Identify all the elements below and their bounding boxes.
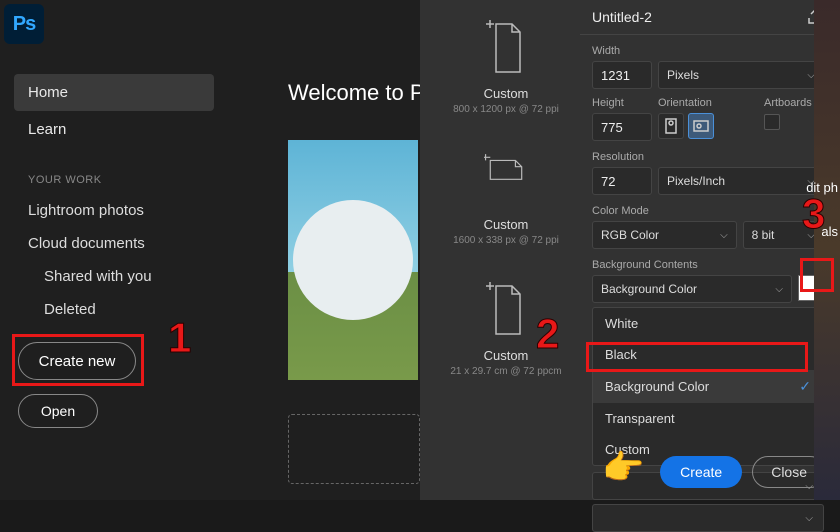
document-portrait-icon bbox=[484, 282, 528, 338]
bg-option-white[interactable]: White bbox=[593, 308, 823, 339]
resolution-unit-select[interactable]: Pixels/Inch ⌵ bbox=[658, 167, 824, 195]
chevron-down-icon: ⌵ bbox=[720, 230, 728, 241]
create-button[interactable]: Create bbox=[660, 456, 742, 488]
preset-column: Custom 800 x 1200 px @ 72 ppi Custom 160… bbox=[436, 0, 576, 413]
color-mode-label: Color Mode bbox=[592, 205, 830, 217]
drop-zone[interactable] bbox=[288, 414, 420, 484]
chevron-down-icon: ⌵ bbox=[775, 284, 783, 295]
preset-dims: 21 x 29.7 cm @ 72 ppcm bbox=[450, 366, 561, 377]
orientation-portrait-button[interactable] bbox=[658, 113, 684, 139]
document-landscape-icon bbox=[484, 151, 528, 207]
nav-home[interactable]: Home bbox=[14, 74, 214, 111]
orientation-label: Orientation bbox=[658, 97, 758, 109]
width-unit-select[interactable]: Pixels ⌵ bbox=[658, 61, 824, 89]
resolution-input[interactable] bbox=[592, 167, 652, 195]
height-label: Height bbox=[592, 97, 652, 109]
height-input[interactable] bbox=[592, 113, 652, 141]
preset-item[interactable]: Custom 21 x 29.7 cm @ 72 ppcm bbox=[436, 282, 576, 377]
preset-name: Custom bbox=[484, 348, 529, 363]
check-icon: ✓ bbox=[799, 378, 811, 395]
width-unit-value: Pixels bbox=[667, 68, 699, 82]
resolution-unit-value: Pixels/Inch bbox=[667, 174, 725, 188]
nav-list: Home Learn bbox=[14, 74, 214, 148]
preset-item[interactable]: Custom 1600 x 338 px @ 72 ppi bbox=[436, 151, 576, 246]
background-contents-select[interactable]: Background Color ⌵ bbox=[592, 275, 792, 303]
welcome-title: Welcome to Phot bbox=[288, 80, 420, 106]
dialog-actions: Create Close bbox=[660, 456, 826, 488]
home-screen: Ps Home Learn YOUR WORK Lightroom photos… bbox=[0, 0, 420, 500]
nav-learn[interactable]: Learn bbox=[14, 111, 214, 148]
create-new-button[interactable]: Create new bbox=[18, 342, 136, 380]
bit-depth-select[interactable]: 8 bit ⌵ bbox=[743, 221, 824, 249]
advanced-options-toggle[interactable]: ⌵ bbox=[592, 504, 824, 532]
settings-column: Width Pixels ⌵ Height Orientation bbox=[580, 0, 840, 532]
preset-name: Custom bbox=[484, 217, 529, 232]
width-input[interactable] bbox=[592, 61, 652, 89]
document-name-input[interactable] bbox=[592, 9, 752, 25]
cropped-content bbox=[814, 0, 840, 500]
artboards-checkbox[interactable] bbox=[764, 114, 780, 130]
resolution-label: Resolution bbox=[592, 151, 830, 163]
color-mode-value: RGB Color bbox=[601, 228, 659, 242]
cropped-text: dit ph bbox=[806, 180, 838, 195]
chevron-down-icon: ⌵ bbox=[805, 513, 813, 524]
background-contents-label: Background Contents bbox=[592, 259, 830, 271]
open-button[interactable]: Open bbox=[18, 394, 98, 428]
preset-dims: 1600 x 338 px @ 72 ppi bbox=[453, 235, 559, 246]
preset-name: Custom bbox=[484, 86, 529, 101]
app-logo: Ps bbox=[4, 4, 44, 44]
bg-option-black[interactable]: Black bbox=[593, 339, 823, 370]
welcome-thumbnail[interactable] bbox=[288, 140, 418, 380]
new-document-dialog: Custom 800 x 1200 px @ 72 ppi Custom 160… bbox=[420, 0, 840, 500]
bg-option-background-color[interactable]: Background Color✓ bbox=[593, 370, 823, 403]
background-contents-value: Background Color bbox=[601, 282, 697, 296]
width-label: Width bbox=[592, 45, 830, 57]
bit-depth-value: 8 bit bbox=[752, 228, 775, 242]
background-contents-dropdown: White Black Background Color✓ Transparen… bbox=[592, 307, 824, 466]
preset-item[interactable]: Custom 800 x 1200 px @ 72 ppi bbox=[436, 20, 576, 115]
orientation-landscape-button[interactable] bbox=[688, 113, 714, 139]
cropped-text: als bbox=[821, 224, 838, 239]
color-mode-select[interactable]: RGB Color ⌵ bbox=[592, 221, 737, 249]
document-portrait-icon bbox=[484, 20, 528, 76]
preset-dims: 800 x 1200 px @ 72 ppi bbox=[453, 104, 559, 115]
bg-option-transparent[interactable]: Transparent bbox=[593, 403, 823, 434]
